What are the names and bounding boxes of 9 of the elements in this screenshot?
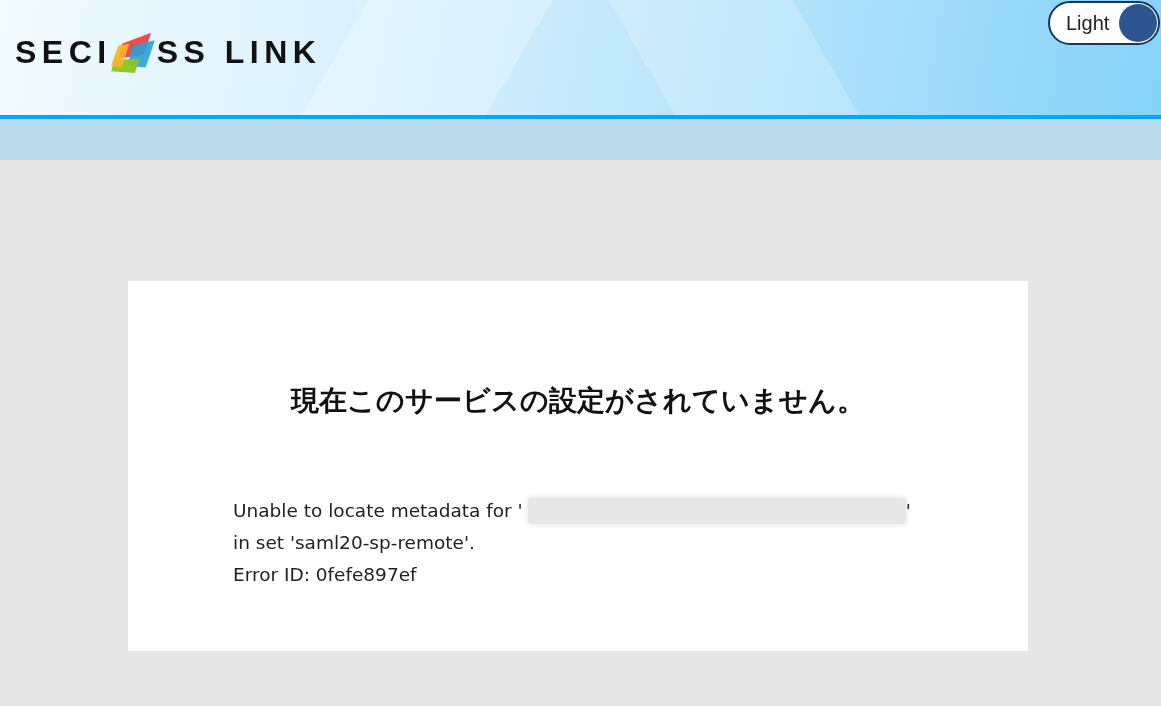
logo-text: SS LINK	[156, 36, 322, 68]
error-message: Unable to locate metadata for '	[233, 499, 523, 523]
error-message: in set 'saml20-sp-remote'.	[233, 531, 475, 555]
logo-mark-icon	[108, 31, 155, 73]
error-id: Error ID: 0fefe897ef	[233, 563, 417, 587]
error-title: 現在このサービスの設定がされていません。	[289, 384, 866, 418]
logo-text: SECI	[15, 36, 112, 68]
error-message: '	[905, 499, 911, 523]
theme-toggle[interactable]: Light	[1048, 1, 1160, 45]
